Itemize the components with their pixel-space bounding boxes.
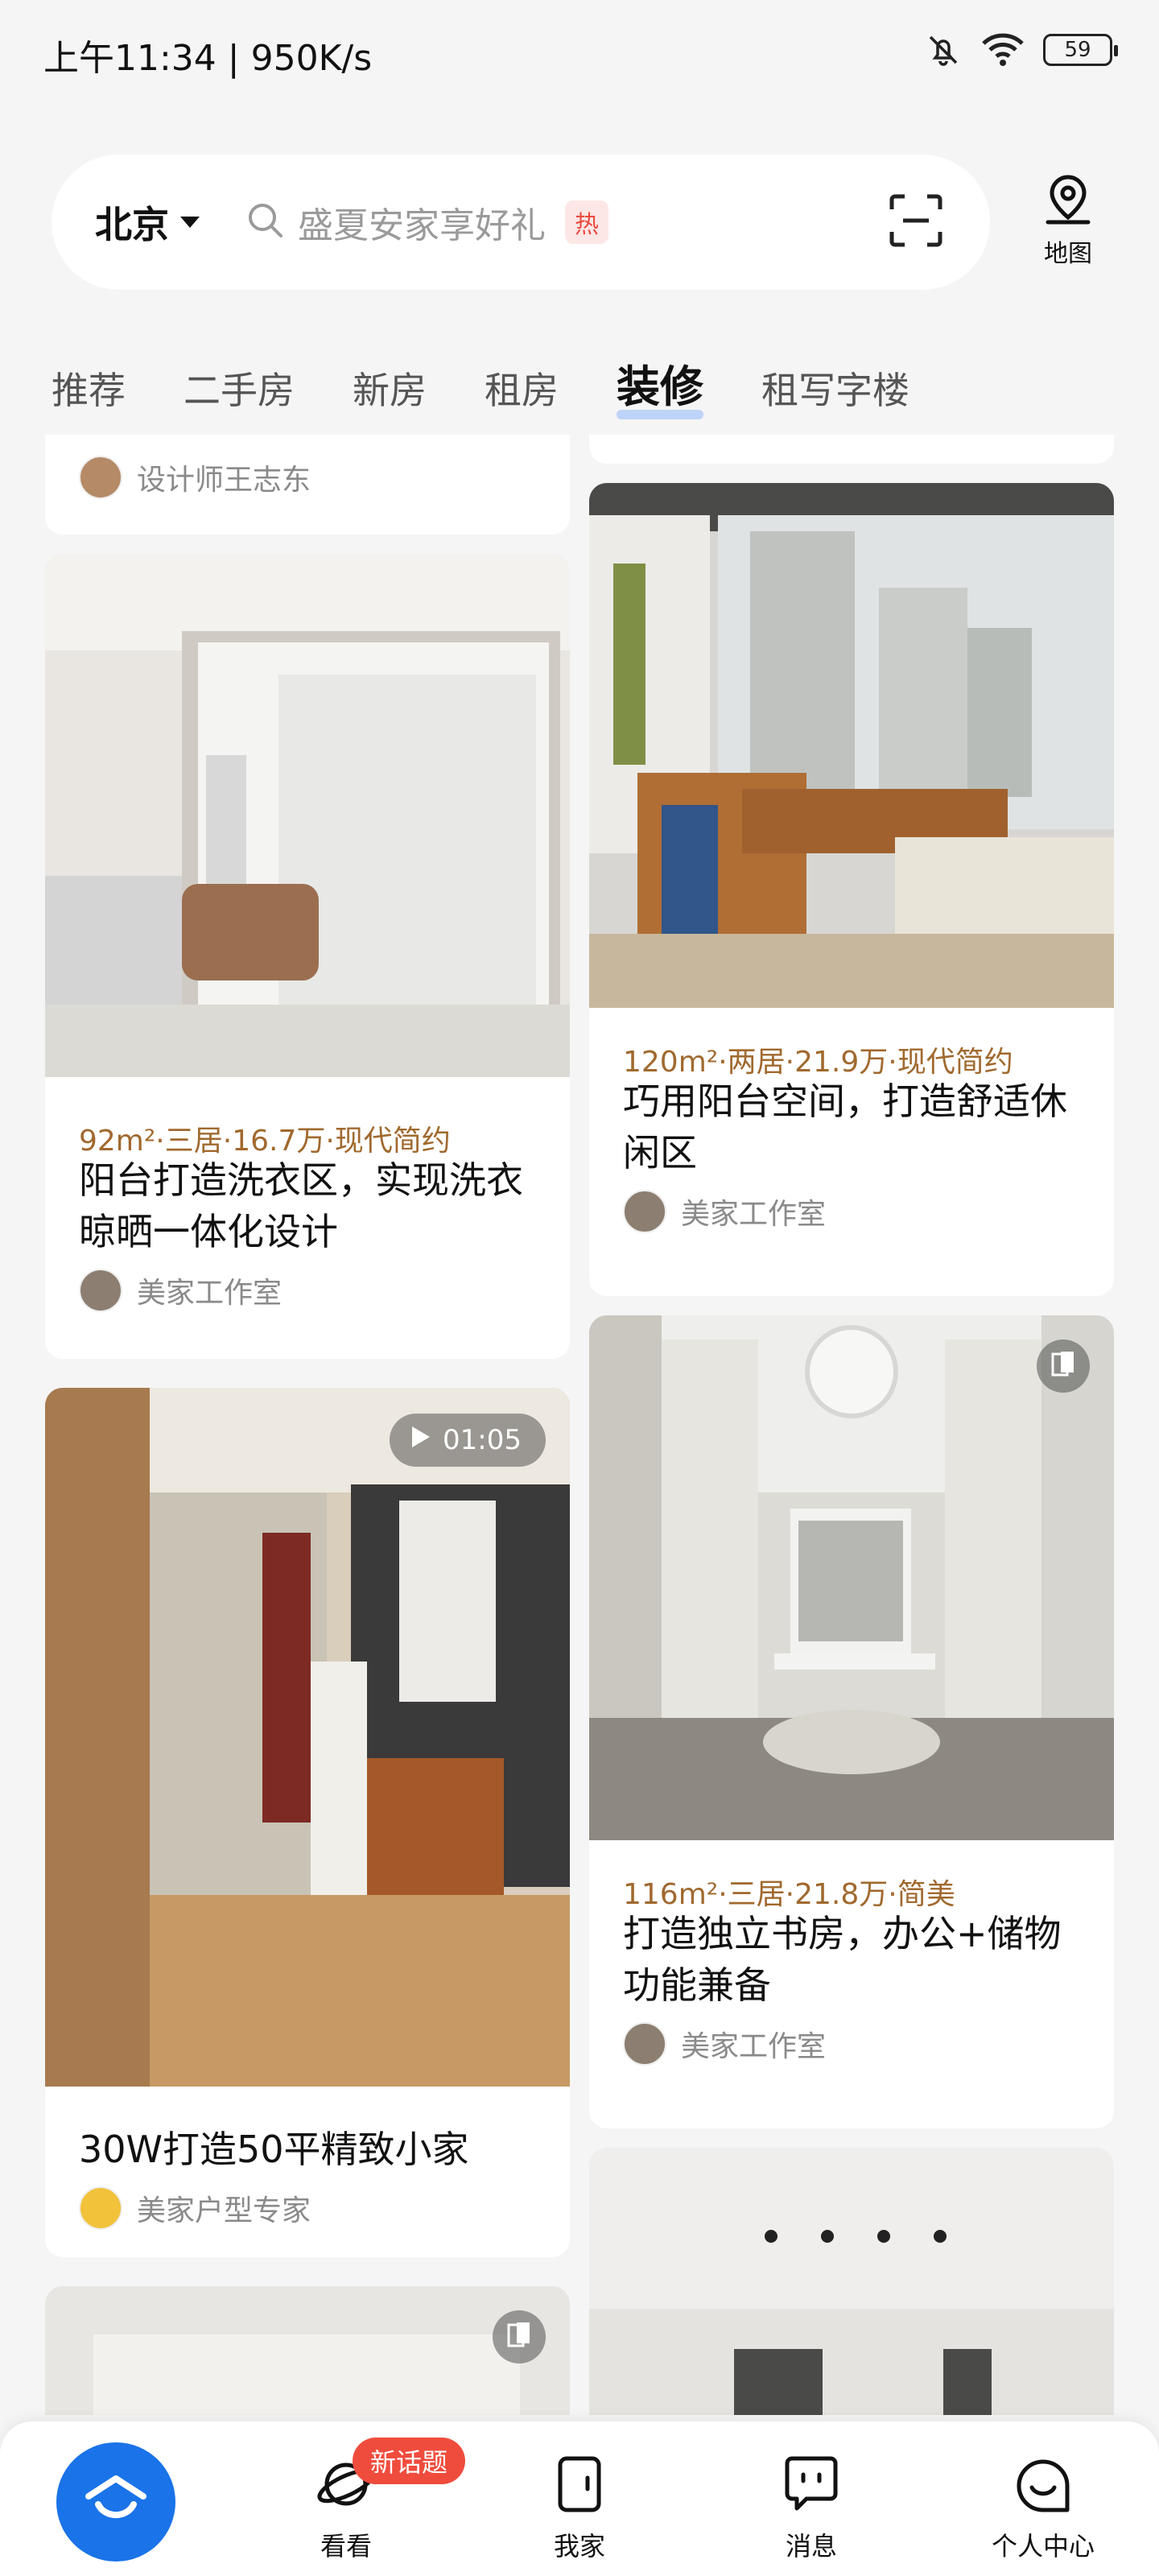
tab-rent[interactable]: 租房 xyxy=(485,361,559,415)
scan-icon[interactable] xyxy=(887,192,945,253)
hot-badge: 热 xyxy=(565,200,608,244)
tab-recommend[interactable]: 推荐 xyxy=(52,361,126,415)
map-pin-icon xyxy=(1043,175,1093,230)
caret-down-icon xyxy=(180,217,200,228)
card-title: 阳台打造洗衣区，实现洗衣晾晒一体化设计 xyxy=(79,1158,523,1253)
feed-card[interactable]: 92m²·三居·16.7万·现代简约 阳台打造洗衣区，实现洗衣晾晒一体化设计 美… xyxy=(45,554,570,1359)
message-icon xyxy=(781,2456,842,2518)
nav-label: 我家 xyxy=(553,2531,605,2562)
feed-card[interactable] xyxy=(589,435,1114,464)
card-author: 美家户型专家 xyxy=(79,2186,311,2230)
card-title: 巧用阳台空间，打造舒适休闲区 xyxy=(623,1080,1067,1174)
album-icon xyxy=(1050,1350,1076,1382)
author-name: 美家工作室 xyxy=(137,1277,283,1310)
smile-icon xyxy=(1013,2459,1074,2518)
card-image xyxy=(45,554,570,1077)
avatar xyxy=(79,2186,122,2230)
card-author: 美家工作室 xyxy=(623,2022,826,2066)
search-input[interactable]: 盛夏安家享好礼 xyxy=(298,196,546,248)
search-icon xyxy=(245,200,287,245)
category-tabs: 推荐 二手房 新房 租房 装修 租写字楼 xyxy=(52,351,967,419)
avatar xyxy=(623,1190,666,1233)
card-image xyxy=(45,2286,570,2415)
feed-card[interactable]: 01:05 30W打造50平精致小家 美家户型专家 xyxy=(45,1388,570,2257)
author-name: 美家户型专家 xyxy=(137,2194,311,2227)
author-name: 设计师王志东 xyxy=(137,464,311,497)
battery-icon: 59 xyxy=(1043,34,1118,66)
card-image xyxy=(589,483,1114,1008)
video-duration: 01:05 xyxy=(443,1424,522,1456)
wifi-icon xyxy=(980,32,1025,68)
new-topic-badge: 新话题 xyxy=(353,2438,466,2484)
avatar xyxy=(79,1269,122,1312)
feed-card[interactable] xyxy=(45,2286,570,2415)
avatar xyxy=(79,456,122,499)
tab-second-hand[interactable]: 二手房 xyxy=(184,361,295,415)
feed-card[interactable] xyxy=(589,2148,1114,2415)
nav-item-my-home[interactable]: 我家 xyxy=(515,2454,644,2563)
city-label: 北京 xyxy=(95,203,169,246)
feed-card[interactable]: 116m²·三居·21.8万·简美 打造独立书房，办公+储物功能兼备 美家工作室 xyxy=(589,1315,1114,2128)
bottom-nav: 看看 新话题 我家 消息 个人中心 xyxy=(0,2421,1159,2576)
city-selector[interactable]: 北京 xyxy=(95,196,200,249)
home-button[interactable] xyxy=(56,2442,175,2562)
card-meta: 120m²·两居·21.9万·现代简约 xyxy=(623,1046,1013,1079)
status-icons: 59 xyxy=(924,31,1118,69)
tab-new-homes[interactable]: 新房 xyxy=(353,361,427,415)
home-logo-icon xyxy=(84,2472,148,2532)
map-label: 地图 xyxy=(1044,240,1092,268)
card-meta: 116m²·三居·21.8万·简美 xyxy=(623,1878,955,1911)
tab-decoration[interactable]: 装修 xyxy=(617,351,703,419)
card-author: 美家工作室 xyxy=(79,1269,282,1312)
tab-office-rent[interactable]: 租写字楼 xyxy=(761,361,909,415)
card-meta: 92m²·三居·16.7万·现代简约 xyxy=(79,1125,451,1158)
nav-item-messages[interactable]: 消息 xyxy=(747,2454,876,2563)
album-badge xyxy=(1037,1340,1090,1393)
card-image xyxy=(589,2148,1114,2415)
map-button[interactable]: 地图 xyxy=(1035,174,1101,269)
card-title: 打造独立书房，办公+储物功能兼备 xyxy=(623,1912,1062,2007)
card-author: 美家工作室 xyxy=(623,1190,826,1233)
battery-level: 59 xyxy=(1064,38,1091,62)
card-title: 30W打造50平精致小家 xyxy=(79,2128,469,2171)
feed-card[interactable]: 设计师王志东 xyxy=(45,435,570,535)
door-icon xyxy=(549,2456,610,2518)
video-duration-badge: 01:05 xyxy=(390,1414,546,1467)
author-name: 美家工作室 xyxy=(681,2030,827,2063)
search-bar[interactable]: 北京 盛夏安家享好礼 热 xyxy=(52,155,990,290)
status-bar: 上午11:34 | 950K/s 59 xyxy=(0,0,1159,105)
planet-icon xyxy=(316,2462,377,2518)
avatar xyxy=(623,2022,666,2066)
play-icon xyxy=(410,1424,431,1456)
feed: 设计师王志东 92m²·三居·16.7万·现代简约 阳台打造洗衣区，实现洗衣晾晒… xyxy=(0,435,1159,2415)
bell-off-icon xyxy=(924,31,963,69)
nav-label: 个人中心 xyxy=(991,2531,1095,2562)
nav-label: 消息 xyxy=(785,2531,837,2562)
status-time: 上午11:34 | 950K/s xyxy=(43,38,373,79)
album-badge xyxy=(493,2310,546,2363)
author-name: 美家工作室 xyxy=(681,1198,827,1231)
card-image xyxy=(589,1315,1114,1840)
album-icon xyxy=(506,2321,532,2353)
feed-card[interactable]: 120m²·两居·21.9万·现代简约 巧用阳台空间，打造舒适休闲区 美家工作室 xyxy=(589,483,1114,1296)
card-author: 设计师王志东 xyxy=(79,456,311,499)
nav-label: 看看 xyxy=(320,2531,372,2562)
nav-item-profile[interactable]: 个人中心 xyxy=(979,2454,1107,2563)
card-image xyxy=(45,1388,570,2087)
